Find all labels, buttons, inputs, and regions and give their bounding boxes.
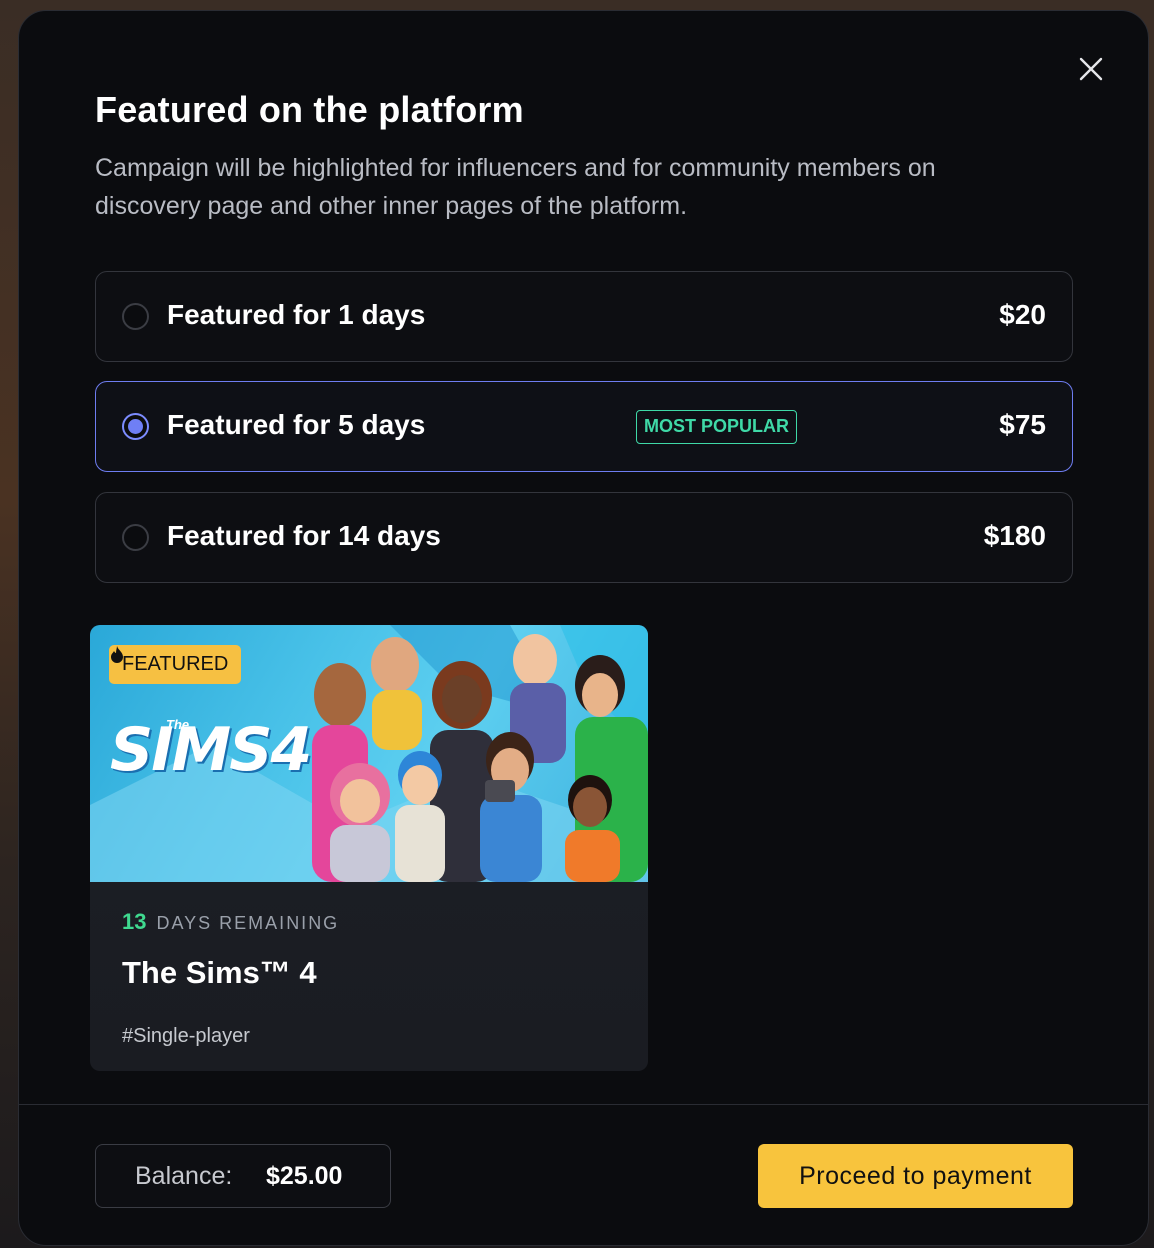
game-logo-prefix: The	[166, 717, 190, 732]
option-price: $180	[983, 520, 1046, 551]
close-button[interactable]	[1077, 55, 1105, 83]
modal-title: Featured on the platform	[95, 89, 524, 130]
option-label: Featured for 1 days	[167, 299, 426, 330]
option-label: Featured for 14 days	[167, 520, 441, 551]
campaign-tag: #Single-player	[122, 1025, 250, 1047]
option-5-days[interactable]: Featured for 5 days MOST POPULAR $75	[95, 381, 1073, 472]
close-icon	[1079, 57, 1103, 81]
option-1-day[interactable]: Featured for 1 days $20	[95, 271, 1073, 362]
featured-badge: FEATURED	[109, 645, 242, 684]
balance-value: $25.00	[266, 1162, 343, 1190]
flame-icon	[111, 646, 123, 663]
proceed-to-payment-button[interactable]: Proceed to payment	[758, 1144, 1073, 1208]
days-remaining: 13 DAYS REMAINING	[122, 909, 339, 935]
featured-modal: Featured on the platform Campaign will b…	[18, 10, 1149, 1246]
game-logo: SIMS4	[110, 715, 312, 785]
featured-badge-label: FEATURED	[122, 653, 229, 675]
modal-subtitle: Campaign will be highlighted for influen…	[95, 154, 936, 220]
balance-box: Balance: $25.00	[95, 1144, 391, 1208]
footer-divider	[19, 1104, 1148, 1105]
radio-button[interactable]	[122, 303, 149, 330]
most-popular-badge: MOST POPULAR	[636, 410, 798, 444]
option-price: $75	[999, 409, 1046, 440]
campaign-preview-card[interactable]: FEATURED SIMS4 The 13 DAYS REMAINING The…	[90, 625, 648, 1071]
campaign-title: The Sims™ 4	[122, 955, 317, 990]
balance-label: Balance:	[135, 1162, 233, 1190]
option-label: Featured for 5 days	[167, 409, 426, 440]
radio-button[interactable]	[122, 524, 149, 551]
radio-button-selected[interactable]	[122, 413, 149, 440]
days-remaining-number: 13	[122, 909, 147, 934]
option-price: $20	[999, 299, 1046, 330]
days-remaining-label: DAYS REMAINING	[156, 913, 340, 933]
option-14-days[interactable]: Featured for 14 days $180	[95, 492, 1073, 583]
game-cover-image: FEATURED SIMS4 The	[90, 625, 648, 882]
